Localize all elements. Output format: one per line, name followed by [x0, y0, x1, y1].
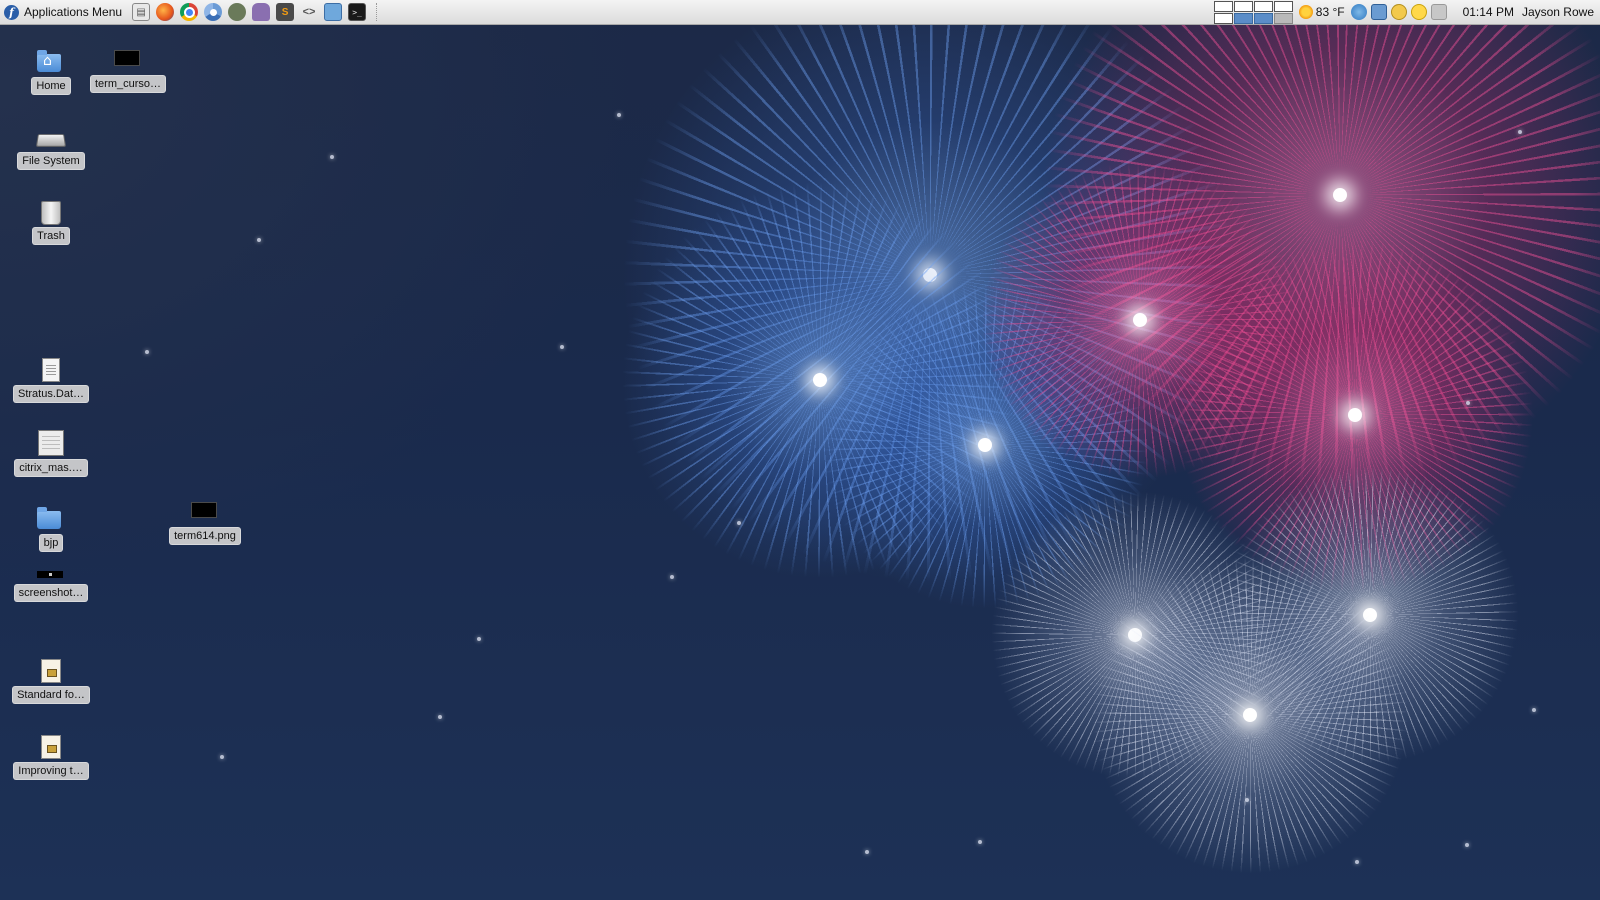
desktop-icon-label: citrix_mas.…	[14, 459, 88, 477]
system-tray: 83 °F 01:14 PM Jayson Rowe	[1213, 0, 1600, 25]
weather-widget[interactable]: 83 °F	[1298, 5, 1345, 19]
desktop-icon-file-system[interactable]: File System	[11, 123, 91, 170]
firework-blue-small	[820, 280, 1150, 610]
workspace-switcher	[1213, 0, 1293, 24]
desktop-icon-label: Standard fo…	[12, 686, 90, 704]
desktop-icon-standard[interactable]: Standard fo…	[11, 657, 91, 704]
workspace-1[interactable]	[1213, 0, 1233, 12]
desktop-icon-label: Stratus.Dat…	[12, 385, 90, 403]
star	[737, 521, 741, 525]
desktop-icon-label: term_curso…	[89, 75, 167, 93]
document-icon	[42, 358, 60, 382]
star	[438, 715, 442, 719]
applications-menu-label: Applications Menu	[24, 5, 123, 19]
firework-blue-medium	[620, 180, 1020, 580]
star	[617, 113, 621, 117]
clock[interactable]: 01:14 PM	[1463, 5, 1514, 19]
star	[220, 755, 224, 759]
star	[1465, 843, 1469, 847]
desktop-icon-home[interactable]: Home	[11, 48, 91, 95]
star	[257, 238, 261, 242]
fedora-logo-icon: f	[4, 4, 19, 20]
workspace-2[interactable]	[1233, 0, 1253, 12]
sun-icon	[1298, 5, 1313, 19]
desktop-icon-term-cursor[interactable]: term_curso…	[88, 46, 168, 93]
star	[670, 575, 674, 579]
power-icon[interactable]	[1430, 4, 1447, 20]
desktop-icon-citrix[interactable]: citrix_mas.…	[11, 430, 91, 477]
star	[145, 350, 149, 354]
chat-icon[interactable]	[1390, 4, 1407, 20]
image-thumbnail-icon	[37, 571, 63, 578]
spreadsheet-icon	[38, 430, 64, 456]
screenshot-tool-icon[interactable]	[324, 3, 343, 21]
weather-temperature: 83 °F	[1315, 5, 1345, 19]
document-image-icon	[41, 659, 61, 683]
desktop-icon-term614[interactable]: term614.png	[165, 498, 245, 545]
star	[1532, 708, 1536, 712]
firework-blue-large	[620, 25, 1240, 585]
star	[1518, 130, 1522, 134]
star	[865, 850, 869, 854]
pidgin-icon[interactable]	[252, 3, 271, 21]
desktop-icon-label: bjp	[38, 534, 64, 552]
hard-drive-icon	[35, 134, 67, 147]
chromium-icon[interactable]	[204, 3, 223, 21]
workspace-8[interactable]	[1273, 12, 1293, 24]
document-image-icon	[41, 735, 61, 759]
star	[978, 840, 982, 844]
code-editor-icon[interactable]: <>	[300, 3, 318, 21]
desktop-icon-label: screenshot…	[13, 584, 89, 602]
star	[330, 155, 334, 159]
star	[1466, 401, 1470, 405]
display-icon[interactable]	[1370, 4, 1387, 20]
firework-pink-small	[1175, 235, 1535, 595]
image-thumbnail-icon	[191, 502, 217, 518]
desktop-icon-label: Trash	[32, 227, 70, 245]
workspace-6[interactable]	[1233, 12, 1253, 24]
file-manager-icon[interactable]: ▤	[132, 3, 151, 21]
gimp-icon[interactable]	[228, 3, 247, 21]
sublime-text-icon[interactable]: S	[276, 3, 295, 21]
star	[1245, 798, 1249, 802]
folder-icon	[37, 507, 61, 529]
firework-pink-medium	[980, 160, 1300, 480]
chrome-icon[interactable]	[180, 3, 199, 21]
desktop-icon-label: Improving t…	[13, 762, 89, 780]
workspace-3[interactable]	[1253, 0, 1273, 12]
star	[1355, 860, 1359, 864]
network-icon[interactable]	[1350, 4, 1367, 20]
star	[477, 637, 481, 641]
firework-white-left	[990, 490, 1280, 780]
firework-pink-large	[1040, 25, 1600, 495]
terminal-icon[interactable]: >_	[348, 3, 367, 21]
firefox-icon[interactable]	[156, 3, 175, 21]
workspace-4[interactable]	[1273, 0, 1293, 12]
trash-icon	[41, 201, 61, 225]
firework-white-right	[1220, 465, 1520, 765]
desktop-icon-trash[interactable]: Trash	[11, 198, 91, 245]
workspace-5[interactable]	[1213, 12, 1233, 24]
desktop-icon-label: File System	[17, 152, 85, 170]
user-menu[interactable]: Jayson Rowe	[1522, 5, 1594, 19]
launcher-bar: ▤ S <> >_	[132, 3, 381, 21]
top-panel: f Applications Menu ▤ S <> >_ 83 °F 01:1…	[0, 0, 1600, 25]
workspace-7[interactable]	[1253, 12, 1273, 24]
desktop-icon-improving[interactable]: Improving t…	[11, 733, 91, 780]
image-thumbnail-icon	[114, 50, 140, 66]
panel-handle[interactable]	[376, 3, 381, 21]
wallpaper	[0, 25, 1600, 900]
smiley-icon[interactable]	[1410, 4, 1427, 20]
desktop-icon-label: Home	[31, 77, 71, 95]
home-folder-icon	[37, 50, 61, 72]
desktop-icon-stratus[interactable]: Stratus.Dat…	[11, 356, 91, 403]
desktop-icon-label: term614.png	[169, 527, 241, 545]
applications-menu-button[interactable]: f Applications Menu	[0, 0, 132, 25]
firework-white-bottom	[1090, 555, 1410, 875]
star	[560, 345, 564, 349]
desktop-icon-bjp[interactable]: bjp	[11, 505, 91, 552]
desktop-icon-screenshot[interactable]: screenshot…	[11, 563, 91, 602]
